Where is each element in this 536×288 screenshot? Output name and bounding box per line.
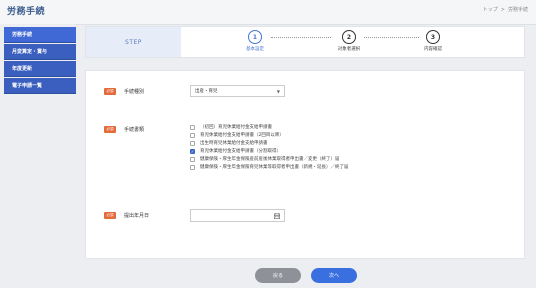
- checkbox[interactable]: [190, 140, 195, 146]
- document-option[interactable]: ✓ 育児休業給付金支給申請書（分割取得）: [190, 147, 349, 155]
- checkbox[interactable]: [190, 124, 195, 130]
- step-2-name: 対象者選択: [337, 47, 361, 52]
- sidebar-item-monthly-revision[interactable]: 月変算定・賞与: [4, 44, 76, 60]
- required-badge: 必須: [104, 212, 116, 219]
- documents-label: 手続書類: [124, 127, 145, 133]
- breadcrumb-current: 労務手続: [507, 7, 528, 13]
- document-option[interactable]: 健康保険・厚生年金保険産前産後休業取得者申出書／変更（終了）届: [190, 155, 349, 163]
- sidebar-item-label: 年度更新: [12, 66, 33, 72]
- document-option-label: 健康保険・厚生年金保険育児休業等取得者申出書（新規・延長）／終了届: [200, 165, 349, 170]
- checkbox[interactable]: [190, 156, 195, 162]
- required-badge: 必須: [104, 126, 116, 133]
- step-label: STEP: [86, 27, 181, 57]
- document-option[interactable]: 健康保険・厚生年金保険育児休業等取得者申出書（新規・延長）／終了届: [190, 163, 349, 171]
- checkbox[interactable]: [190, 132, 195, 138]
- sidebar-item-label: 月変算定・賞与: [12, 49, 48, 55]
- step-2: 2 対象者選択: [324, 30, 374, 52]
- next-button[interactable]: 次へ: [311, 268, 357, 283]
- sidebar-item-e-filing-list[interactable]: 電子申請一覧: [4, 78, 76, 94]
- procedure-type-select[interactable]: 出産・育児 ▼: [190, 85, 285, 97]
- step-3-name: 内容確認: [424, 47, 442, 52]
- chevron-down-icon: ▼: [276, 89, 280, 94]
- document-option[interactable]: （初回）育児休業給付金支給申請書: [190, 123, 349, 131]
- required-badge: 必須: [104, 88, 116, 95]
- step-3-number: 3: [426, 30, 440, 44]
- procedure-type-label: 手続種別: [124, 89, 145, 95]
- breadcrumb-top-link[interactable]: トップ: [483, 6, 498, 13]
- step-connector: [271, 37, 331, 38]
- submit-date-input[interactable]: [190, 209, 285, 222]
- step-3: 3 内容確認: [408, 30, 458, 52]
- sidebar: 労務手続 月変算定・賞与 年度更新 電子申請一覧: [0, 24, 76, 288]
- breadcrumb: トップ > 労務手続: [483, 6, 528, 14]
- sidebar-item-label: 電子申請一覧: [12, 83, 43, 89]
- checkbox[interactable]: [190, 164, 195, 170]
- step-indicator: STEP 1 基本設定 2 対象者選択 3 内容確認: [85, 26, 525, 58]
- document-option-label: 出生時育児休業給付金支給申請書: [200, 141, 268, 146]
- document-option-label: 育児休業給付金支給申請書（分割取得）: [200, 149, 281, 154]
- step-2-number: 2: [342, 30, 356, 44]
- top-bar: 労務手続 トップ > 労務手続: [0, 0, 536, 25]
- form-card: 必須 手続種別 出産・育児 ▼ 必須 手続書類 （初回）育児休業給付金支給申請書…: [85, 70, 525, 259]
- step-1-number: 1: [248, 30, 262, 44]
- document-option-label: 育児休業給付金支給申請書（2回目以降）: [200, 133, 284, 138]
- calendar-icon[interactable]: [274, 213, 280, 219]
- back-button[interactable]: 戻る: [255, 268, 301, 283]
- documents-checkbox-list: （初回）育児休業給付金支給申請書 育児休業給付金支給申請書（2回目以降） 出生時…: [190, 123, 349, 171]
- document-option-label: （初回）育児休業給付金支給申請書: [200, 125, 272, 130]
- sidebar-item-annual-update[interactable]: 年度更新: [4, 61, 76, 77]
- checkbox-checked[interactable]: ✓: [190, 148, 195, 154]
- document-option[interactable]: 育児休業給付金支給申請書（2回目以降）: [190, 131, 349, 139]
- page-title: 労務手続: [7, 7, 46, 17]
- step-1-name: 基本設定: [246, 47, 264, 52]
- step-1: 1 基本設定: [230, 30, 280, 52]
- breadcrumb-separator: >: [500, 6, 505, 13]
- document-option-label: 健康保険・厚生年金保険産前産後休業取得者申出書／変更（終了）届: [200, 157, 340, 162]
- submit-date-label: 提出年月日: [124, 213, 150, 219]
- document-option[interactable]: 出生時育児休業給付金支給申請書: [190, 139, 349, 147]
- sidebar-item-label: 労務手続: [12, 32, 33, 38]
- procedure-type-value: 出産・育児: [195, 89, 218, 94]
- sidebar-item-labor-procedures[interactable]: 労務手続: [4, 27, 76, 43]
